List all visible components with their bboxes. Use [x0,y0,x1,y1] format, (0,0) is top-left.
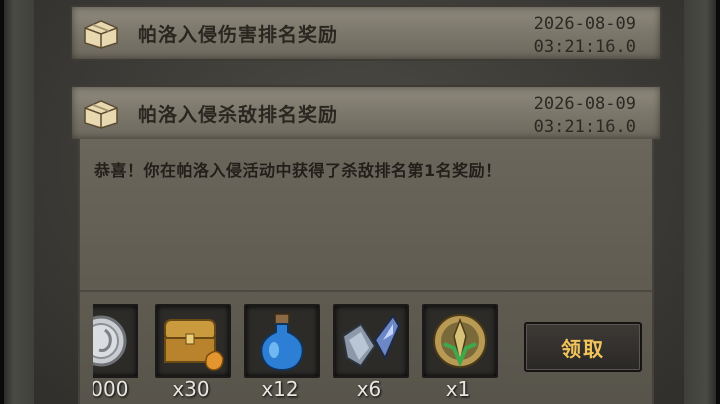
reward-qty: x6 [356,377,382,401]
reward-slot-potion[interactable] [244,304,320,378]
divider [80,290,652,292]
mail-message: 恭喜！你在帕洛入侵活动中获得了杀敌排名第1名奖励！ [94,161,502,180]
reward-slot-emblem[interactable] [422,304,498,378]
reward-qty: x1 [445,377,471,401]
mail-item-kill-rank[interactable]: 帕洛入侵杀敌排名奖励 2026-08-09 03:21:16.0 [70,85,662,141]
reward-slot-gauntlet[interactable] [333,304,409,378]
claim-button[interactable]: 领取 [524,322,642,372]
mail-date: 2026-08-09 [533,94,636,114]
reward-slot-coin[interactable]: 0000 [93,304,138,404]
mail-timestamp: 2026-08-09 03:21:16.0 [534,93,636,139]
mail-time: 03:21:16.0 [533,117,636,137]
mail-title: 帕洛入侵伤害排名奖励 [138,24,339,46]
mail-title: 帕洛入侵杀敌排名奖励 [138,104,339,126]
emblem-icon [433,314,487,368]
mail-time: 03:21:16.0 [533,37,636,57]
treasure-chest-icon [164,319,224,371]
blue-potion-icon [260,313,304,372]
crystal-gauntlet-icon [341,314,401,368]
reward-qty: x12 [261,377,299,401]
mail-timestamp: 2026-08-09 03:21:16.0 [534,13,636,59]
mail-date: 2026-08-09 [533,14,636,34]
silver-coin-icon [93,315,127,367]
reward-qty: x30 [172,377,210,401]
mail-item-damage-rank[interactable]: 帕洛入侵伤害排名奖励 2026-08-09 03:21:16.0 [70,5,662,61]
reward-slot-chest[interactable] [155,304,231,378]
treasure-chest-icon [84,100,118,129]
treasure-chest-icon [84,20,118,49]
reward-qty: 0000 [93,377,129,401]
